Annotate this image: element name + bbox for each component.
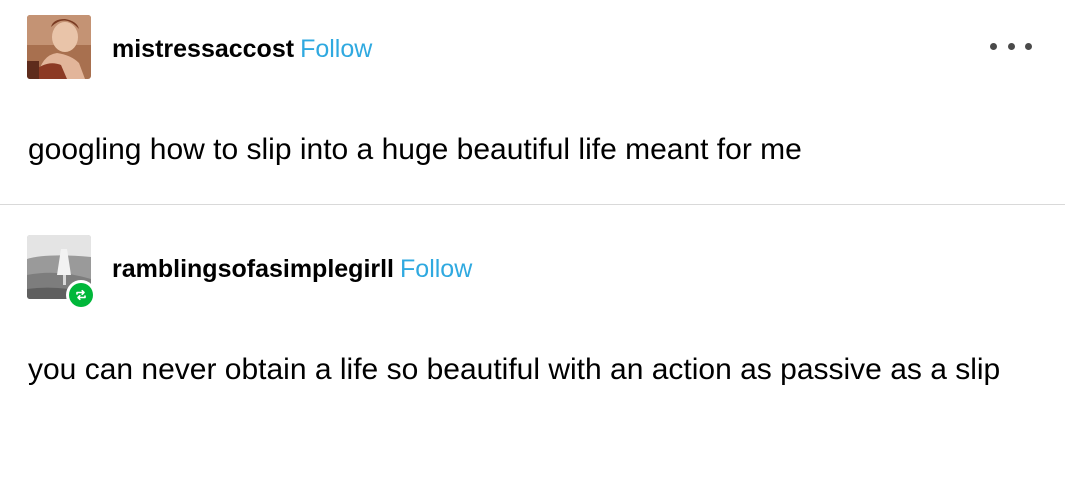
post-body-text: you can never obtain a life so beautiful…: [28, 353, 1001, 386]
reblog-icon: [69, 283, 93, 307]
more-options-icon[interactable]: [990, 36, 1032, 56]
menu-dot: [990, 42, 997, 50]
post-header: mistressaccost Follow: [112, 34, 372, 64]
username-link[interactable]: ramblingsofasimplegirll: [112, 255, 394, 283]
follow-button[interactable]: Follow: [400, 255, 472, 283]
username-link[interactable]: mistressaccost: [112, 35, 294, 63]
portrait-photo-icon: [27, 15, 91, 79]
post-header: ramblingsofasimplegirll Follow: [112, 254, 472, 284]
menu-dot: [1025, 42, 1032, 50]
menu-dot: [1007, 42, 1015, 50]
reblog-badge: [66, 280, 96, 310]
post-body-text: googling how to slip into a huge beautif…: [28, 133, 802, 166]
post-original: mistressaccost Follow googling how to sli…: [0, 0, 1065, 204]
post-reblog: ramblingsofasimplegirll Follow you can ne…: [0, 205, 1065, 488]
avatar[interactable]: [27, 15, 91, 79]
follow-button[interactable]: Follow: [300, 35, 372, 63]
